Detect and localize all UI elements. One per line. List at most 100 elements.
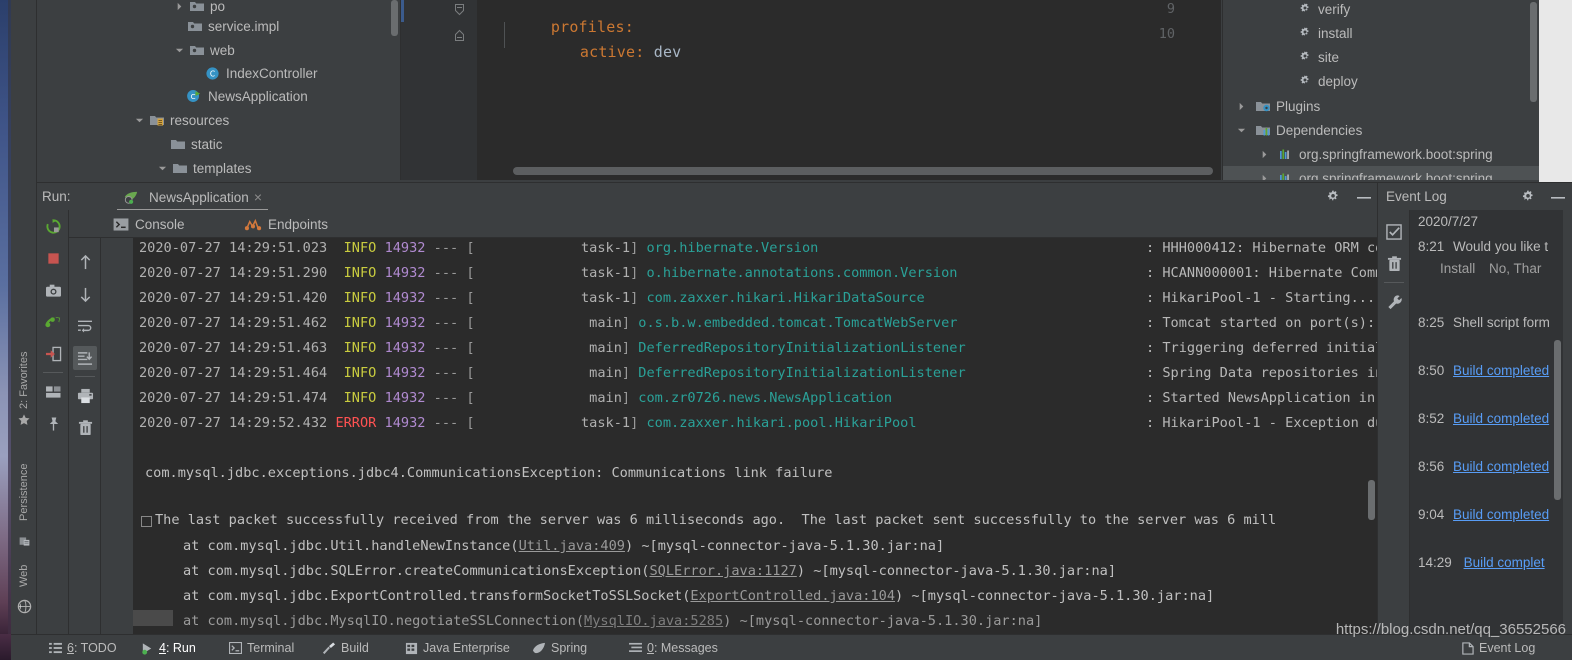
status-bar-todo[interactable]: 6: TODO (48, 639, 117, 657)
project-tree-scrollbar[interactable] (391, 0, 398, 36)
sidebar-tab-persistence[interactable]: Persistence (11, 450, 37, 535)
tree-item-resources[interactable]: resources (37, 108, 400, 132)
trash-icon[interactable] (1382, 252, 1406, 276)
run-configuration-tab[interactable]: NewsApplication × (117, 185, 268, 211)
chevron-down-icon[interactable] (173, 44, 186, 57)
code-editor[interactable]: 9 10 profiles: active: dev (401, 0, 1221, 180)
tree-item-service-impl[interactable]: service.impl (37, 14, 400, 38)
chevron-right-icon[interactable] (1235, 100, 1248, 113)
stack-frame-link[interactable]: MysqlIO.java:5285 (584, 613, 723, 629)
maven-goal-site[interactable]: site (1223, 45, 1539, 69)
fold-marker-icon[interactable] (453, 29, 465, 41)
status-bar-build[interactable]: Build (322, 639, 369, 657)
minimize-icon[interactable] (1351, 187, 1377, 207)
event-log-entry[interactable]: 8:25 Shell script form (1418, 315, 1550, 330)
chevron-right-icon[interactable] (173, 0, 186, 13)
stack-frame-link[interactable]: ExportControlled.java:104 (690, 588, 895, 604)
stack-frame[interactable]: at com.mysql.jdbc.MysqlIO.negotiateSSLCo… (183, 613, 1042, 629)
stack-frame[interactable]: at com.mysql.jdbc.ExportControlled.trans… (183, 588, 1214, 604)
status-bar-java-enterprise[interactable]: Java Enterprise (404, 639, 510, 657)
printer-icon[interactable] (73, 384, 97, 408)
console-output[interactable]: 2020-07-27 14:29:51.023 INFO 14932 --- [… (133, 238, 1377, 634)
chevron-down-icon[interactable] (133, 114, 146, 127)
event-log-entry-actions[interactable]: Install No, Thar (1440, 261, 1541, 276)
event-log-list[interactable]: 2020/7/27 8:21 Would you like t Install … (1410, 210, 1563, 634)
event-log-entry[interactable]: 9:04 Build completed (1418, 507, 1549, 522)
gear-icon[interactable] (1323, 187, 1343, 207)
chevron-right-icon[interactable] (1258, 148, 1271, 161)
event-log-entry[interactable]: 14:29 Build complet (1418, 555, 1545, 570)
arrow-up-icon[interactable] (73, 250, 97, 274)
event-log-icon (1460, 641, 1474, 655)
maven-panel[interactable]: verify install site deploy Plugins Depen… (1222, 0, 1539, 180)
wrench-icon[interactable] (1382, 290, 1406, 314)
tree-item-web[interactable]: web (37, 38, 400, 62)
editor-horizontal-scrollbar[interactable] (513, 167, 1213, 175)
maven-goal-install[interactable]: install (1223, 21, 1539, 45)
tree-item-index-controller[interactable]: C IndexController (37, 61, 400, 85)
tree-item-news-application[interactable]: C NewsApplication (37, 84, 400, 108)
editor-gutter[interactable] (401, 0, 477, 180)
stack-frame-link[interactable]: Util.java:409 (519, 538, 625, 554)
event-log-entry[interactable]: 8:21 Would you like t (1418, 239, 1548, 254)
close-icon[interactable]: × (254, 189, 262, 205)
status-bar-spring[interactable]: Spring (532, 639, 587, 657)
event-action-install[interactable]: Install (1440, 261, 1475, 276)
chevron-down-icon[interactable] (156, 162, 169, 175)
event-link[interactable]: Build completed (1453, 507, 1549, 522)
event-link[interactable]: Build completed (1453, 363, 1549, 378)
event-link[interactable]: Build completed (1453, 459, 1549, 474)
status-bar-terminal[interactable]: Terminal (228, 639, 294, 657)
layout-icon[interactable] (41, 380, 65, 404)
tree-item-templates[interactable]: templates (37, 156, 400, 180)
event-log-scrollbar[interactable] (1554, 340, 1561, 500)
tree-item-static[interactable]: static (37, 132, 400, 156)
tab-console[interactable]: Console (113, 213, 185, 235)
maven-goal-verify[interactable]: verify (1223, 0, 1539, 21)
maven-scrollbar[interactable] (1530, 2, 1537, 102)
chevron-right-icon[interactable] (1258, 172, 1271, 180)
maven-plugins-node[interactable]: Plugins (1223, 94, 1539, 118)
arrow-down-icon[interactable] (73, 282, 97, 306)
stack-frame[interactable]: at com.mysql.jdbc.SQLError.createCommuni… (183, 563, 1116, 579)
trash-icon[interactable] (73, 416, 97, 440)
maven-dependency-item[interactable]: org.springframework.boot:spring (1223, 142, 1539, 166)
soft-wrap-icon[interactable] (73, 314, 97, 338)
camera-icon[interactable] (41, 278, 65, 302)
chevron-down-icon[interactable] (1235, 124, 1248, 137)
fold-marker-icon[interactable] (453, 4, 465, 16)
event-link[interactable]: Build complet (1464, 555, 1545, 570)
minimize-icon[interactable] (1546, 187, 1570, 207)
event-log-entry[interactable]: 8:52 Build completed (1418, 411, 1549, 426)
maven-dependencies-node[interactable]: Dependencies (1223, 118, 1539, 142)
thread-dump-icon[interactable] (41, 310, 65, 334)
fold-expand-icon[interactable] (141, 516, 152, 527)
scroll-to-end-icon[interactable] (73, 346, 97, 370)
event-link[interactable]: Build completed (1453, 411, 1549, 426)
checkbox-icon[interactable] (1382, 220, 1406, 244)
event-action-no-thanks[interactable]: No, Thar (1489, 261, 1541, 276)
status-bar-event-log[interactable]: Event Log (1460, 639, 1535, 657)
console-scrollbar[interactable] (1368, 480, 1375, 520)
rerun-button[interactable] (41, 214, 65, 238)
status-bar-build-label: Build (341, 641, 369, 655)
maven-dependency-item[interactable]: org.springframework.boot:spring (1223, 166, 1539, 180)
log-logger: com.zaxxer.hikari.pool.HikariPool (646, 415, 917, 431)
stop-button[interactable] (41, 246, 65, 270)
log-timestamp: 2020-07-27 14:29:51.462 (139, 315, 328, 331)
gear-icon[interactable] (1518, 187, 1538, 207)
pin-icon[interactable] (41, 412, 65, 436)
status-bar-run[interactable]: 4: Run (140, 639, 196, 657)
tab-endpoints[interactable]: Endpoints (244, 213, 328, 235)
stack-frame-link[interactable]: SQLError.java:1127 (650, 563, 797, 579)
maven-goal-deploy[interactable]: deploy (1223, 69, 1539, 93)
sidebar-tab-web[interactable]: Web (11, 553, 37, 599)
project-tree-panel[interactable]: po service.impl web C IndexController C … (37, 0, 400, 180)
status-bar-messages[interactable]: 0: Messages (628, 639, 718, 657)
log-message: HikariPool-1 - Exception during pool (1162, 415, 1377, 431)
exit-icon[interactable] (41, 342, 65, 366)
event-log-entry[interactable]: 8:50 Build completed (1418, 363, 1549, 378)
stack-frame[interactable]: at com.mysql.jdbc.Util.handleNewInstance… (183, 538, 944, 554)
event-log-entry[interactable]: 8:56 Build completed (1418, 459, 1549, 474)
yaml-value: dev (644, 43, 682, 61)
